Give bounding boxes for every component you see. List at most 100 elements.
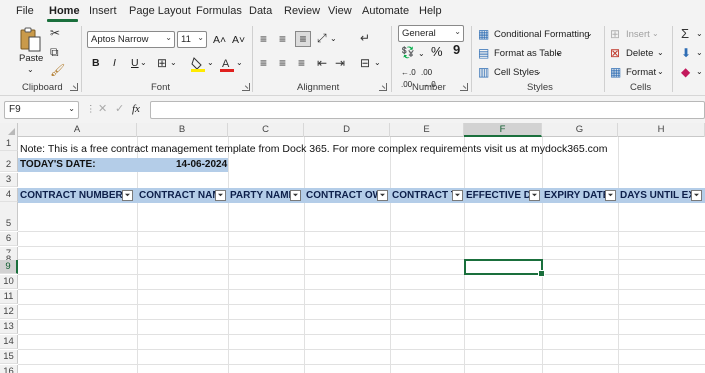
column-header-g[interactable]: G [542, 123, 618, 137]
align-center-icon[interactable]: ≡ [279, 56, 286, 70]
row-header[interactable]: 1 [0, 137, 18, 151]
row-header[interactable]: 14 [0, 335, 18, 349]
menu-insert[interactable]: Insert [89, 5, 117, 17]
row-header[interactable]: 5 [0, 217, 18, 231]
row-header-selected[interactable]: 9 [0, 260, 18, 274]
copy-icon[interactable]: ⧉ [50, 45, 59, 59]
format-as-table-button[interactable]: Format as Table [494, 48, 562, 60]
alignment-launcher-icon[interactable] [379, 83, 387, 91]
font-launcher-icon[interactable] [242, 83, 250, 91]
chevron-down-icon[interactable]: ⌄ [68, 104, 75, 113]
header-contract-type[interactable]: CONTRACT TYPE [390, 188, 452, 203]
clipboard-launcher-icon[interactable] [70, 83, 78, 91]
active-cell-f9[interactable] [464, 259, 545, 277]
header-contract-name[interactable]: CONTRACT NAME [137, 188, 216, 203]
align-right-icon[interactable]: ≡ [298, 56, 305, 70]
format-painter-icon[interactable]: 🖌 [50, 63, 65, 77]
chevron-down-icon[interactable]: ⌄ [555, 47, 562, 59]
cut-icon[interactable]: ✂ [50, 26, 60, 40]
header-expiry-date[interactable]: EXPIRY DATE [542, 188, 606, 203]
header-effective-date[interactable]: EFFECTIVE DATE [464, 188, 529, 203]
row-header[interactable]: 3 [0, 173, 18, 187]
column-header-h[interactable]: H [618, 123, 705, 137]
comma-style-button[interactable]: 9 [453, 43, 460, 56]
insert-cells-button[interactable]: Insert [626, 29, 650, 41]
header-days-until-expiry[interactable]: DAYS UNTIL EXPIRY [618, 188, 691, 203]
fill-dropdown-icon[interactable]: ⌄ [207, 57, 214, 69]
menu-help[interactable]: Help [419, 5, 442, 17]
paste-icon[interactable] [20, 27, 42, 53]
header-contract-owner[interactable]: CONTRACT OWNER [304, 188, 378, 203]
bold-button[interactable]: B [92, 57, 100, 69]
align-top-icon[interactable]: ≡ [260, 32, 267, 46]
chevron-down-icon[interactable]: ⌄ [652, 28, 659, 40]
delete-cells-button[interactable]: Delete [626, 48, 653, 60]
menu-file[interactable]: File [16, 5, 34, 17]
align-bottom-icon[interactable]: ≡ [295, 31, 311, 47]
menu-data[interactable]: Data [249, 5, 272, 17]
row-header[interactable]: 13 [0, 320, 18, 334]
paste-dropdown-icon[interactable]: ⌄ [27, 64, 34, 76]
borders-dropdown-icon[interactable]: ⌄ [170, 57, 177, 69]
fill-color-icon[interactable] [191, 56, 205, 72]
confirm-entry-icon[interactable]: ✓ [115, 103, 124, 115]
row-header[interactable]: 15 [0, 350, 18, 364]
font-name-select[interactable]: Aptos Narrow ⌄ [87, 31, 175, 48]
filter-dropdown-icon[interactable]: ⏷ [377, 190, 388, 201]
font-color-icon[interactable]: A [220, 56, 234, 72]
wrap-text-icon[interactable]: ↵ [360, 31, 370, 45]
orientation-icon[interactable]: ⤢ [317, 31, 327, 45]
note-cell[interactable]: Note: This is a free contract management… [20, 142, 607, 156]
insert-function-button[interactable]: fx [132, 103, 140, 115]
underline-dropdown-icon[interactable]: ⌄ [140, 57, 147, 69]
filter-dropdown-icon[interactable]: ⏷ [529, 190, 540, 201]
column-header-b[interactable]: B [137, 123, 228, 137]
chevron-down-icon[interactable]: ⌄ [696, 66, 703, 78]
column-header-d[interactable]: D [304, 123, 390, 137]
accounting-dropdown-icon[interactable]: ⌄ [418, 48, 425, 60]
chevron-down-icon[interactable]: ⌄ [657, 47, 664, 59]
header-party-name[interactable]: PARTY NAME [228, 188, 291, 203]
menu-page-layout[interactable]: Page Layout [129, 5, 191, 17]
percent-button[interactable]: % [431, 45, 443, 58]
align-left-icon[interactable]: ≡ [260, 56, 267, 70]
chevron-down-icon[interactable]: ⌄ [657, 66, 664, 78]
autosum-icon[interactable]: Σ [681, 27, 689, 41]
number-format-select[interactable]: General ⌄ [398, 25, 464, 42]
merge-dropdown-icon[interactable]: ⌄ [374, 57, 381, 69]
fill-down-icon[interactable]: ⬇ [681, 46, 691, 60]
column-header-f[interactable]: F [464, 123, 542, 137]
accounting-format-icon[interactable]: 💱 [401, 46, 415, 60]
format-cells-button[interactable]: Format [626, 67, 656, 79]
row-header[interactable]: 2 [0, 158, 18, 172]
font-size-select[interactable]: 11 ⌄ [177, 31, 207, 48]
filter-sort-icon[interactable]: ⏷ [122, 190, 133, 201]
menu-home[interactable]: Home [49, 5, 80, 17]
chevron-down-icon[interactable]: ⌄ [696, 47, 703, 59]
chevron-down-icon[interactable]: ⌄ [586, 28, 593, 40]
borders-icon[interactable]: ⊞ [157, 56, 167, 70]
align-middle-icon[interactable]: ≡ [279, 32, 286, 46]
row-header[interactable]: 10 [0, 275, 18, 289]
increase-indent-icon[interactable]: ⇥ [335, 56, 345, 70]
filter-dropdown-icon[interactable]: ⏷ [452, 190, 463, 201]
orientation-dropdown-icon[interactable]: ⌄ [330, 33, 337, 45]
column-header-e[interactable]: E [390, 123, 464, 137]
select-all-button[interactable] [0, 123, 18, 137]
cancel-entry-icon[interactable]: ✕ [98, 103, 107, 115]
formula-input[interactable] [150, 101, 705, 119]
filter-dropdown-icon[interactable]: ⏷ [691, 190, 702, 201]
header-contract-number[interactable]: CONTRACT NUMBER [18, 188, 122, 203]
clear-eraser-icon[interactable]: ◆ [681, 65, 690, 79]
italic-button[interactable]: I [113, 57, 116, 69]
shrink-font-button[interactable]: A˅ [232, 34, 245, 46]
font-color-dropdown-icon[interactable]: ⌄ [236, 57, 243, 69]
menu-review[interactable]: Review [284, 5, 320, 17]
grow-font-button[interactable]: A˄ [213, 34, 226, 46]
menu-formulas[interactable]: Formulas [196, 5, 242, 17]
row-header[interactable]: 12 [0, 305, 18, 319]
column-header-a[interactable]: A [18, 123, 137, 137]
filter-dropdown-icon[interactable]: ⏷ [215, 190, 226, 201]
menu-automate[interactable]: Automate [362, 5, 409, 17]
row-header[interactable]: 16 [0, 365, 18, 373]
